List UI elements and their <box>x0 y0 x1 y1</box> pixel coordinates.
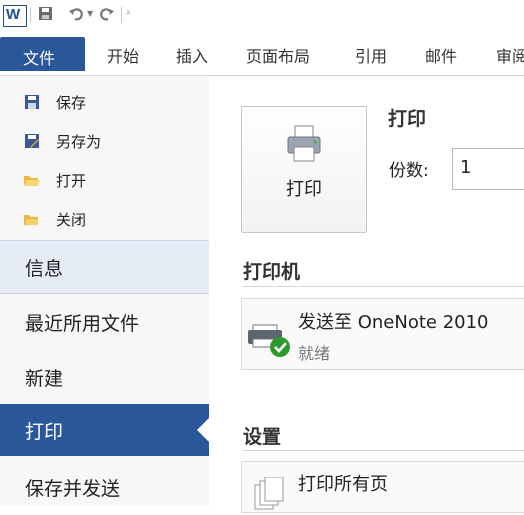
print-range-selector[interactable]: 打印所有页 <box>241 461 524 513</box>
divider <box>243 286 524 287</box>
printer-heading: 打印机 <box>243 261 301 283</box>
print-button[interactable]: 打印 <box>241 106 367 233</box>
nav-recent[interactable]: 最近所用文件 <box>0 296 209 348</box>
open-folder-icon <box>24 173 40 187</box>
printer-status: 就绪 <box>298 344 331 363</box>
save-icon[interactable] <box>38 6 53 25</box>
undo-icon[interactable] <box>68 6 84 26</box>
printer-selector[interactable]: 发送至 OneNote 2010 就绪 <box>241 298 524 370</box>
toolbar-separator <box>30 7 31 23</box>
copies-label: 份数: <box>389 161 429 181</box>
backstage-nav: 保存 另存为 打开 关闭 信息 最近所用文件 新建 打印 保存并发送 <box>0 76 209 506</box>
nav-print[interactable]: 打印 <box>0 404 209 456</box>
nav-new[interactable]: 新建 <box>0 351 209 403</box>
nav-info[interactable]: 信息 <box>0 240 209 294</box>
tab-page-layout[interactable]: 页面布局 <box>246 43 310 67</box>
tab-home[interactable]: 开始 <box>107 43 139 67</box>
tab-review[interactable]: 审阅 <box>496 43 524 67</box>
tab-file[interactable]: 文件 <box>0 37 85 71</box>
onenote-printer-icon <box>247 319 293 359</box>
save-icon <box>24 95 40 109</box>
printer-name: 发送至 OneNote 2010 <box>298 312 489 333</box>
customize-toolbar-icon[interactable]: ⩡ <box>126 8 131 18</box>
undo-dropdown-icon[interactable]: ▼ <box>87 9 93 18</box>
toolbar-separator <box>121 7 122 23</box>
ribbon-tabs: 文件 开始 插入 页面布局 引用 邮件 审阅 <box>0 33 524 76</box>
print-heading: 打印 <box>388 108 427 130</box>
printer-icon <box>286 125 322 163</box>
redo-icon[interactable] <box>99 6 115 26</box>
close-folder-icon <box>24 212 40 226</box>
quick-access-toolbar: W ▼ ⩡ <box>0 0 524 33</box>
save-as-icon <box>24 134 40 148</box>
copies-input[interactable]: 1 <box>452 148 524 190</box>
tab-references[interactable]: 引用 <box>355 43 387 67</box>
nav-save-send[interactable]: 保存并发送 <box>0 461 209 513</box>
tab-mailings[interactable]: 邮件 <box>425 43 457 67</box>
print-range-label: 打印所有页 <box>298 474 388 495</box>
print-pane: 打印 打印 份数: 1 打印机 发送至 OneNote 2010 就绪 设置 打… <box>209 76 524 513</box>
tab-insert[interactable]: 插入 <box>176 43 208 67</box>
settings-heading: 设置 <box>243 426 282 448</box>
word-logo-icon[interactable]: W <box>3 5 27 27</box>
divider <box>243 450 524 451</box>
